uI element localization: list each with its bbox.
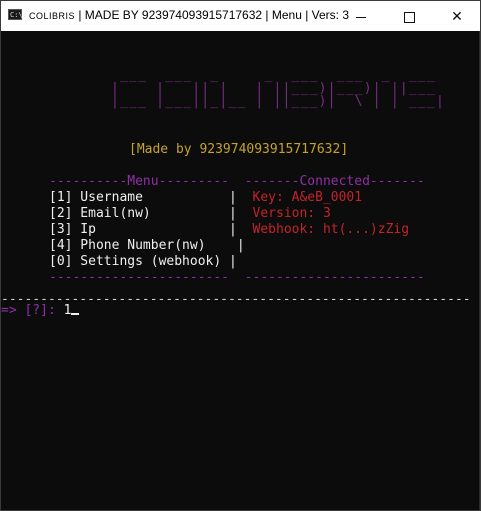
menu-item-label: [1] Username — [49, 190, 143, 205]
input-prompt[interactable]: => [?]: 1 — [1, 303, 80, 318]
menu-item-label: [3] Ip — [49, 222, 96, 237]
text-cursor — [71, 313, 80, 315]
minimize-button[interactable] — [338, 1, 384, 31]
connected-webhook: Webhook: ht(...)zZig — [252, 222, 410, 237]
console-window: C:\. COLIBRIS | MADE BY 9239740939157176… — [0, 0, 481, 511]
prompt-label: [?] — [24, 303, 48, 318]
close-button[interactable]: ✕ — [434, 1, 480, 31]
prompt-input-value[interactable]: 1 — [64, 303, 72, 318]
menu-separator: | — [229, 254, 237, 269]
console-app-icon: C:\. — [8, 9, 27, 20]
connected-version: Version: 3 — [252, 206, 331, 221]
menu-item-settings: [0] Settings (webhook) | — [49, 254, 237, 270]
menu-header-left: ----------Menu--------- — [49, 174, 230, 189]
prompt-arrow: => — [1, 303, 25, 318]
window-title-rest: | MADE BY 923974093915717632 | Menu | Ve… — [75, 8, 349, 22]
menu-item-email: [2] Email(nw) | Version: 3 — [49, 206, 331, 222]
menu-footer-left: ----------------------- — [49, 270, 230, 285]
connected-key: Key: A&eB_0001 — [252, 190, 363, 205]
close-icon: ✕ — [451, 8, 463, 24]
menu-separator: | — [229, 206, 237, 221]
menu-item-label: [0] Settings (webhook) — [49, 254, 222, 269]
made-by-line: [Made by 923974093915717632] — [129, 142, 349, 157]
menu-footer-right: ----------------------- — [244, 270, 425, 285]
window-title-brand: COLIBRIS — [29, 11, 76, 21]
menu-footer: ----------------------- ----------------… — [49, 270, 425, 286]
maximize-button[interactable] — [386, 1, 432, 31]
menu-separator: | — [236, 238, 245, 253]
menu-item-phone-number: [4] Phone Number(nw) | — [49, 238, 245, 254]
minimize-icon — [356, 16, 366, 18]
menu-item-label: [4] Phone Number(nw) — [49, 238, 206, 253]
window-title: COLIBRIS | MADE BY 923974093915717632 | … — [29, 8, 349, 22]
maximize-icon — [403, 11, 415, 23]
title-bar[interactable]: C:\. COLIBRIS | MADE BY 9239740939157176… — [1, 1, 480, 31]
menu-header: ----------Menu--------- -------Connected… — [49, 174, 425, 190]
colibris-ascii-logo: ___ ___ _ _ ___ ___ _ ___ | | || | | ||_… — [111, 68, 445, 109]
menu-separator: | — [229, 222, 237, 237]
menu-separator: | — [229, 190, 237, 205]
console-output[interactable]: ___ ___ _ _ ___ ___ _ ___ | | || | | ||_… — [1, 31, 480, 510]
scrollbar[interactable] — [479, 31, 480, 510]
menu-header-right: -------Connected------- — [244, 174, 425, 189]
menu-item-label: [2] Email(nw) — [49, 206, 151, 221]
menu-item-ip: [3] Ip | Webhook: ht(...)zZig — [49, 222, 409, 238]
menu-item-username: [1] Username | Key: A&eB_0001 — [49, 190, 362, 206]
prompt-colon: : — [47, 303, 64, 318]
